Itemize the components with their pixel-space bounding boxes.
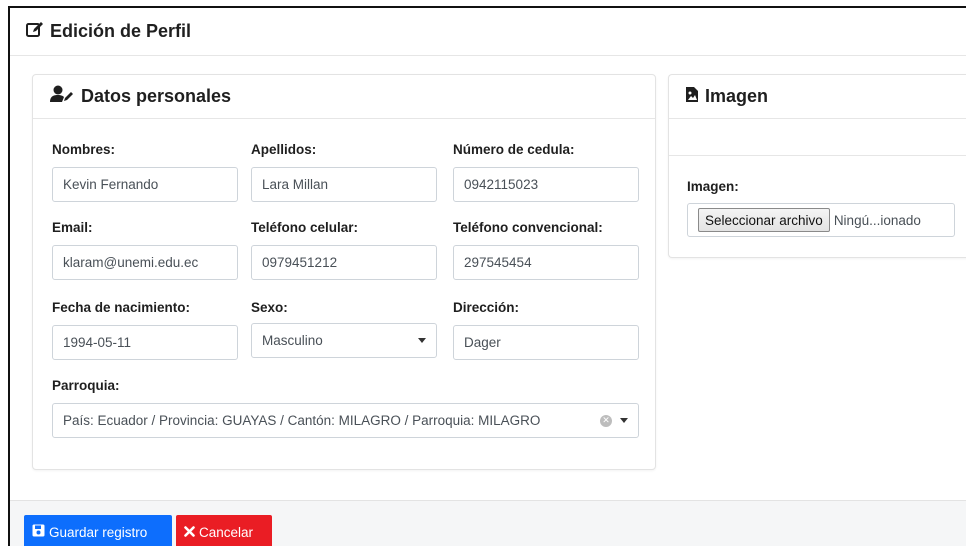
apellidos-input[interactable]: Lara Millan [251, 167, 437, 202]
save-icon [32, 524, 49, 540]
cedula-label: Número de cedula: [453, 142, 575, 157]
celular-input[interactable]: 0979451212 [251, 245, 437, 280]
image-card-divider [669, 155, 966, 156]
sexo-select[interactable]: Masculino [251, 323, 437, 358]
times-icon [184, 525, 199, 540]
email-label: Email: [52, 220, 93, 235]
choose-file-button[interactable]: Seleccionar archivo [698, 208, 830, 232]
user-edit-icon [49, 85, 75, 108]
page-header: Edición de Perfil [10, 8, 966, 56]
apellidos-label: Apellidos: [251, 142, 317, 157]
personal-data-title: Datos personales [81, 86, 232, 106]
file-input[interactable]: Seleccionar archivo Ningú...ionado [687, 203, 955, 237]
page-title: Edición de Perfil [50, 21, 192, 41]
parroquia-select[interactable]: País: Ecuador / Provincia: GUAYAS / Cant… [52, 403, 639, 438]
cancel-button[interactable]: Cancelar [176, 515, 272, 546]
caret-down-icon [620, 418, 628, 423]
celular-label: Teléfono celular: [251, 220, 359, 235]
save-button[interactable]: Guardar registro [24, 515, 172, 546]
image-card: Imagen Imagen: Seleccionar archivo Ningú… [668, 74, 966, 258]
clear-icon[interactable]: ✕ [600, 415, 612, 427]
save-label: Guardar registro [49, 524, 148, 540]
nombres-input[interactable]: Kevin Fernando [52, 167, 238, 202]
file-status: Ningú...ionado [833, 212, 921, 228]
edit-icon [26, 21, 44, 43]
form-footer: Guardar registro Cancelar [10, 500, 966, 546]
cancel-label: Cancelar [199, 524, 254, 540]
sexo-selected-value: Masculino [262, 333, 323, 348]
nacimiento-label: Fecha de nacimiento: [52, 300, 191, 315]
sexo-label: Sexo: [251, 300, 288, 315]
cedula-input[interactable]: 0942115023 [453, 167, 639, 202]
image-label: Imagen: [687, 179, 739, 194]
image-header: Imagen [669, 75, 966, 119]
parroquia-selected-value: País: Ecuador / Provincia: GUAYAS / Cant… [63, 413, 541, 428]
profile-edit-panel: Edición de Perfil Datos personales Nombr… [8, 6, 966, 546]
image-file-icon [685, 86, 699, 108]
personal-data-header: Datos personales [33, 75, 655, 119]
caret-down-icon [418, 338, 426, 343]
nacimiento-input[interactable]: 1994-05-11 [52, 325, 238, 360]
direccion-input[interactable]: Dager [453, 325, 639, 360]
nombres-label: Nombres: [52, 142, 116, 157]
email-input[interactable]: klaram@unemi.edu.ec [52, 245, 238, 280]
image-title: Imagen [705, 86, 769, 106]
direccion-label: Dirección: [453, 300, 520, 315]
personal-data-card: Datos personales Nombres: Kevin Fernando… [32, 74, 656, 470]
convencional-label: Teléfono convencional: [453, 220, 603, 235]
convencional-input[interactable]: 297545454 [453, 245, 639, 280]
parroquia-label: Parroquia: [52, 378, 120, 393]
